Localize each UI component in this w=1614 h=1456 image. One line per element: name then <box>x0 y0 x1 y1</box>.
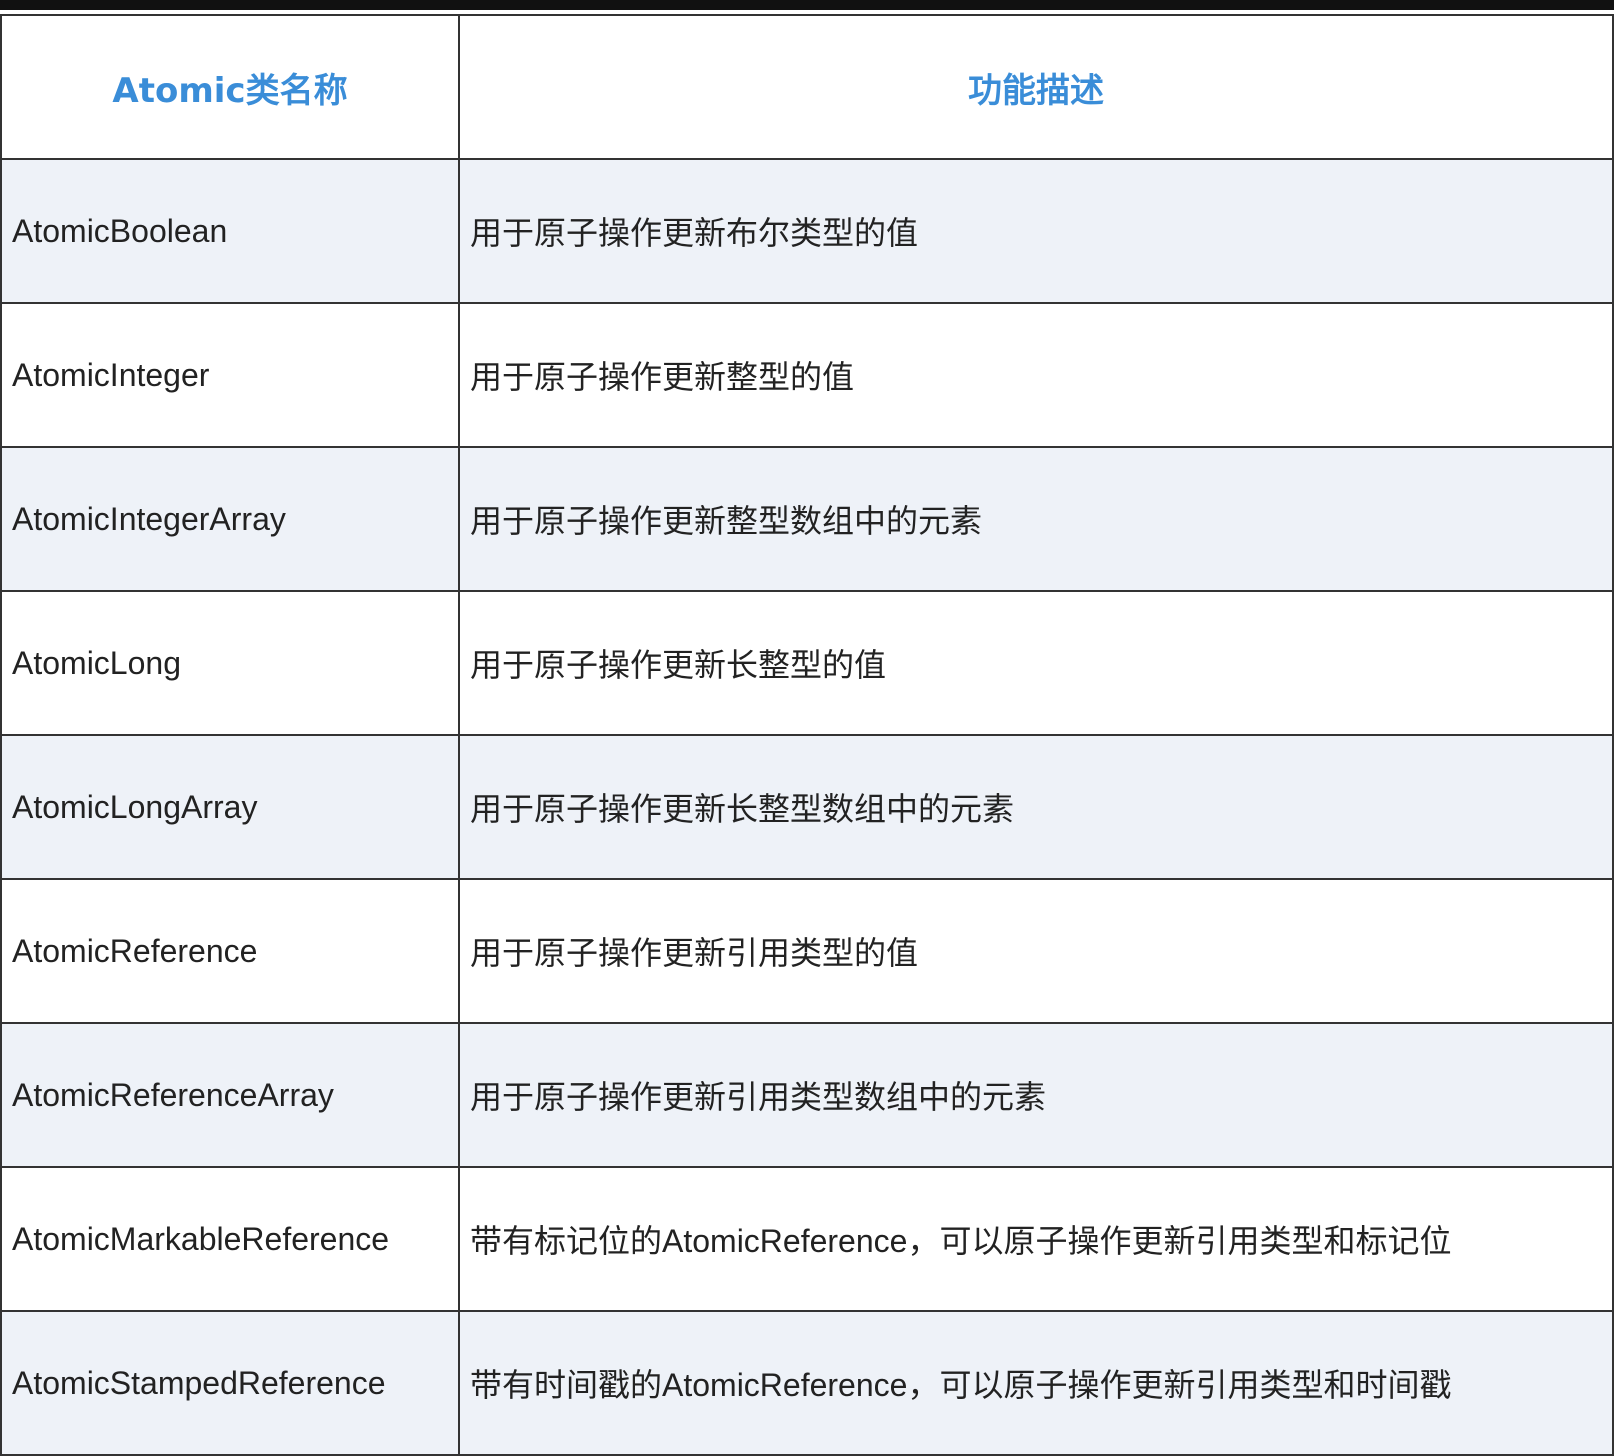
table-row: AtomicLongArray 用于原子操作更新长整型数组中的元素 <box>0 734 1614 880</box>
table-row: AtomicReferenceArray 用于原子操作更新引用类型数组中的元素 <box>0 1022 1614 1168</box>
description-cell: 用于原子操作更新布尔类型的值 <box>458 158 1614 304</box>
table-row: AtomicReference 用于原子操作更新引用类型的值 <box>0 878 1614 1024</box>
class-name-cell: AtomicIntegerArray <box>0 446 460 592</box>
header-description: 功能描述 <box>458 14 1614 160</box>
table-row: AtomicInteger 用于原子操作更新整型的值 <box>0 302 1614 448</box>
description-cell: 用于原子操作更新引用类型的值 <box>458 878 1614 1024</box>
top-border-bar <box>0 0 1614 10</box>
table-container: Atomic类名称 功能描述 AtomicBoolean 用于原子操作更新布尔类… <box>0 14 1614 1456</box>
table-row: AtomicBoolean 用于原子操作更新布尔类型的值 <box>0 158 1614 304</box>
class-name-cell: AtomicReference <box>0 878 460 1024</box>
class-name-cell: AtomicLong <box>0 590 460 736</box>
description-cell: 带有标记位的AtomicReference，可以原子操作更新引用类型和标记位 <box>458 1166 1614 1312</box>
header-class-name: Atomic类名称 <box>0 14 460 160</box>
class-name-cell: AtomicReferenceArray <box>0 1022 460 1168</box>
class-name-cell: AtomicBoolean <box>0 158 460 304</box>
class-name-cell: AtomicLongArray <box>0 734 460 880</box>
table-row: AtomicIntegerArray 用于原子操作更新整型数组中的元素 <box>0 446 1614 592</box>
description-cell: 用于原子操作更新整型的值 <box>458 302 1614 448</box>
description-cell: 用于原子操作更新长整型的值 <box>458 590 1614 736</box>
class-name-cell: AtomicStampedReference <box>0 1310 460 1456</box>
description-cell: 用于原子操作更新整型数组中的元素 <box>458 446 1614 592</box>
atomic-classes-table: Atomic类名称 功能描述 AtomicBoolean 用于原子操作更新布尔类… <box>0 14 1614 1456</box>
header-row: Atomic类名称 功能描述 <box>0 14 1614 160</box>
table-row: AtomicStampedReference 带有时间戳的AtomicRefer… <box>0 1310 1614 1456</box>
class-name-cell: AtomicInteger <box>0 302 460 448</box>
table-row: AtomicMarkableReference 带有标记位的AtomicRefe… <box>0 1166 1614 1312</box>
description-cell: 用于原子操作更新长整型数组中的元素 <box>458 734 1614 880</box>
description-cell: 带有时间戳的AtomicReference，可以原子操作更新引用类型和时间戳 <box>458 1310 1614 1456</box>
table-row: AtomicLong 用于原子操作更新长整型的值 <box>0 590 1614 736</box>
class-name-cell: AtomicMarkableReference <box>0 1166 460 1312</box>
description-cell: 用于原子操作更新引用类型数组中的元素 <box>458 1022 1614 1168</box>
